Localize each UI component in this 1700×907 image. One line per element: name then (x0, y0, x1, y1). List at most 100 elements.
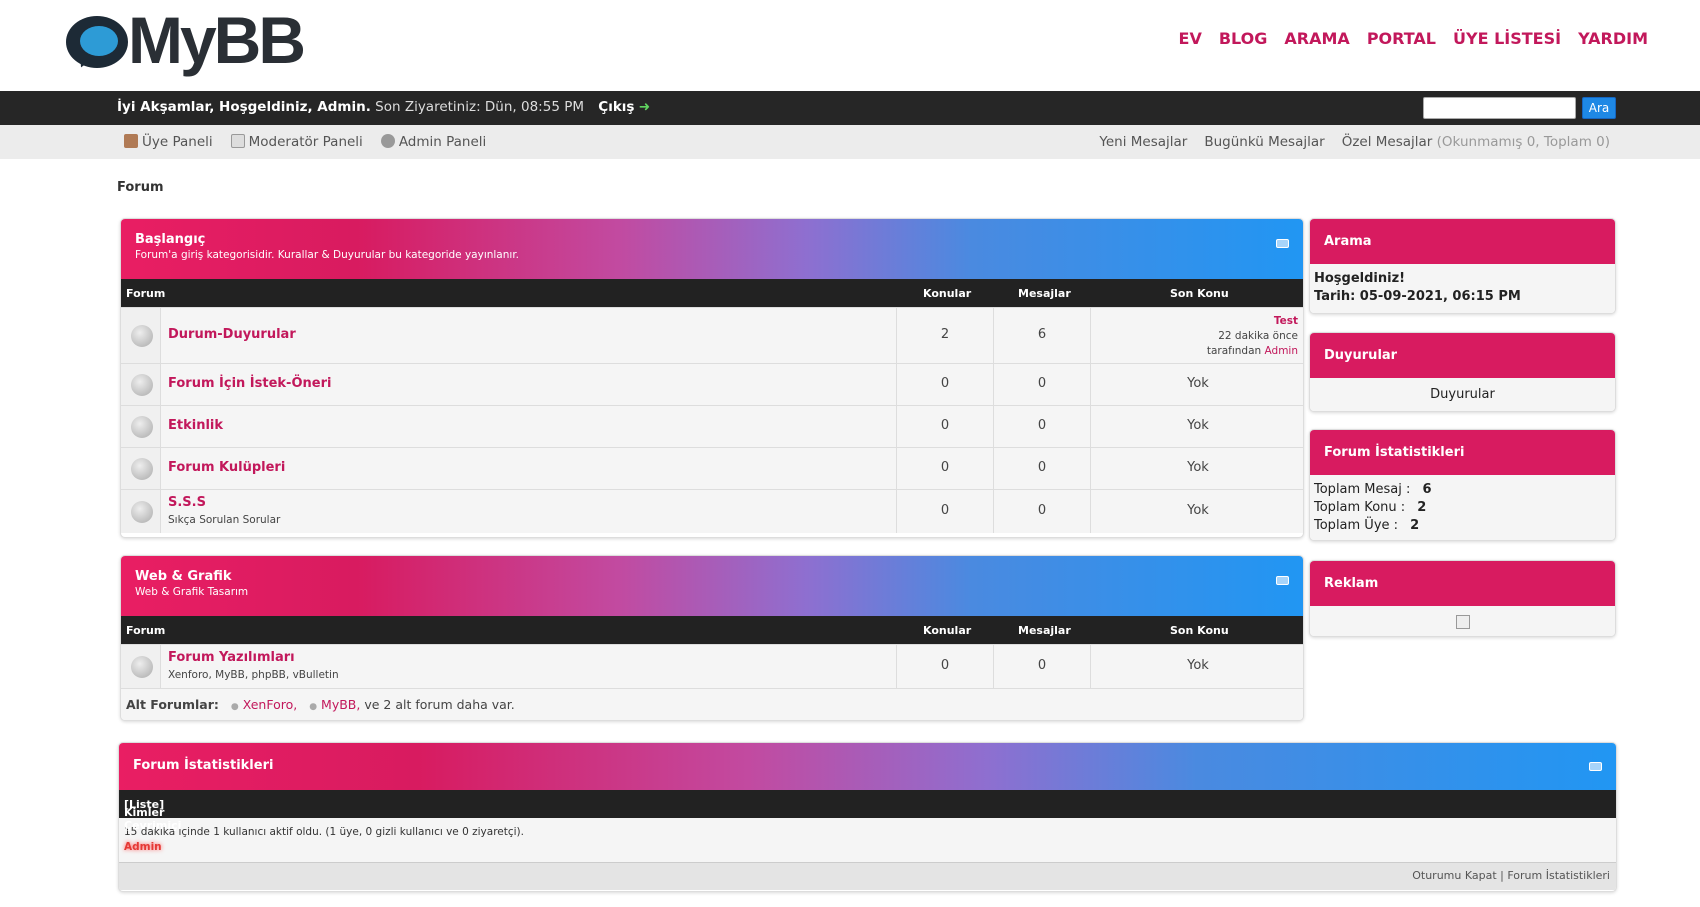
stat-value: 2 (1410, 518, 1420, 533)
forum-link[interactable]: Forum Kulüpleri (168, 460, 285, 475)
forum-row: Forum Kulüpleri 0 0 Yok (121, 447, 1303, 489)
col-topics: Konular (923, 287, 972, 300)
category-baslangic: Başlangıç Forum'a giriş kategorisidir. K… (120, 218, 1304, 538)
posts-count: 0 (1037, 658, 1047, 673)
user-cp-link[interactable]: Üye Paneli (124, 134, 213, 150)
mod-cp-link[interactable]: Moderatör Paneli (230, 134, 363, 150)
col-posts: Mesajlar (1018, 624, 1071, 637)
topics-count: 0 (940, 460, 950, 475)
topics-count: 0 (940, 503, 950, 518)
logo-text: MyBB (128, 3, 306, 77)
category-title[interactable]: Başlangıç (135, 232, 1289, 247)
nav-search[interactable]: ARAMA (1284, 29, 1349, 48)
private-messages: Özel Mesajlar (Okunmamış 0, Toplam 0) (1342, 134, 1610, 150)
welcome-bar: İyi Akşamlar, Hoşgeldiniz, Admin. Son Zi… (0, 91, 1700, 125)
last-visit: Son Ziyaretiniz: Dün, 08:55 PM (375, 99, 584, 115)
forum-row: Forum Yazılımları Xenforo, MyBB, phpBB, … (121, 644, 1303, 688)
nav-portal[interactable]: PORTAL (1367, 29, 1436, 48)
new-posts-link[interactable]: Yeni Mesajlar (1099, 134, 1187, 150)
panel-links: Üye Paneli Moderatör Paneli Admin Paneli (124, 134, 486, 150)
forum-link[interactable]: Forum Yazılımları (168, 650, 295, 665)
whos-online-header: Kimler Çevrimiçi [Liste] (119, 790, 1616, 832)
sidebar-search-body: Hoşgeldiniz! Tarih: 05-09-2021, 06:15 PM (1310, 264, 1615, 313)
forum-row: Durum-Duyurular 2 6 Test 22 dakika önce … (121, 307, 1303, 363)
logout-arrow-icon: ➜ (638, 99, 651, 115)
logo-bubble-inner-icon (80, 26, 118, 56)
collapse-icon[interactable] (1276, 239, 1289, 248)
topics-count: 0 (940, 658, 950, 673)
todays-posts-link[interactable]: Bugünkü Mesajlar (1204, 134, 1324, 150)
subforum-bullet-icon: ● (230, 702, 239, 712)
subforum-link[interactable]: MyBB, (321, 697, 360, 712)
last-post-title[interactable]: Test (1274, 315, 1298, 327)
board-stats-title: Forum İstatistikleri (133, 758, 274, 773)
online-text: 15 dakika içinde 1 kullanıcı aktif oldu.… (124, 826, 524, 838)
stats-body: Toplam Mesaj : 6 Toplam Konu : 2 Toplam … (1310, 475, 1615, 540)
announcements-body: Duyurular (1310, 378, 1615, 411)
divider (1090, 308, 1091, 363)
topics-count: 0 (940, 376, 950, 391)
forum-status-cell (121, 645, 161, 688)
nav-home[interactable]: EV (1179, 29, 1202, 48)
forum-row: Forum İçin İstek-Öneri 0 0 Yok (121, 363, 1303, 405)
online-user-link[interactable]: Admin (124, 841, 162, 853)
stat-value: 6 (1422, 482, 1432, 497)
last-post: Test 22 dakika önce tarafından Admin (1207, 314, 1298, 359)
posts-count: 0 (1037, 460, 1047, 475)
stat-row: Toplam Üye : 2 (1314, 517, 1611, 535)
col-forum: Forum (126, 624, 166, 637)
nav-memberlist[interactable]: ÜYE LİSTESİ (1453, 29, 1561, 48)
forum-status-cell (121, 406, 161, 447)
collapse-icon[interactable] (1276, 576, 1289, 585)
sidebar-title: Forum İstatistikleri (1310, 430, 1615, 475)
mybb-logo[interactable]: MyBB (66, 3, 306, 80)
board-stats-footer[interactable]: Oturumu Kapat | Forum İstatistikleri (119, 862, 1616, 890)
top-nav: EV BLOG ARAMA PORTAL ÜYE LİSTESİ YARDIM (1179, 29, 1648, 48)
mod-cp-label: Moderatör Paneli (248, 134, 363, 150)
category-description: Web & Grafik Tasarım (135, 586, 249, 598)
category-title[interactable]: Web & Grafik (135, 569, 1289, 584)
subforums-label: Alt Forumlar: (126, 697, 219, 712)
last-post-user[interactable]: Admin (1265, 345, 1298, 357)
private-messages-link[interactable]: Özel Mesajlar (1342, 134, 1433, 150)
logout-link[interactable]: Çıkış (598, 99, 634, 115)
sidebar-title: Duyurular (1310, 333, 1615, 378)
search-input[interactable] (1423, 97, 1576, 119)
collapse-icon[interactable] (1589, 762, 1602, 771)
last-post: Yok (1187, 658, 1209, 673)
admin-cp-label: Admin Paneli (398, 134, 487, 150)
forum-status-cell (121, 308, 161, 363)
topics-count: 2 (940, 327, 950, 342)
forum-row: S.S.S Sıkça Sorulan Sorular 0 0 Yok (121, 489, 1303, 533)
nav-help[interactable]: YARDIM (1578, 29, 1648, 48)
category-header: Web & Grafik Web & Grafik Tasarım (121, 556, 1303, 616)
forum-link[interactable]: Forum İçin İstek-Öneri (168, 376, 331, 391)
sidebar-announcements: Duyurular Duyurular (1309, 332, 1616, 412)
last-post: Yok (1187, 503, 1209, 518)
ads-body (1310, 606, 1615, 636)
forum-status-cell (121, 364, 161, 405)
table-header: Forum Konular Mesajlar Son Konu (121, 279, 1303, 307)
user-panel-bar: Üye Paneli Moderatör Paneli Admin Paneli… (0, 125, 1700, 159)
pm-count: (Okunmamış 0, Toplam 0) (1436, 134, 1610, 150)
forum-link[interactable]: Etkinlik (168, 418, 223, 433)
search-button[interactable]: Ara (1582, 97, 1616, 119)
col-forum: Forum (126, 287, 166, 300)
sidebar-title: Reklam (1310, 561, 1615, 606)
date-text: Tarih: 05-09-2021, 06:15 PM (1314, 289, 1521, 304)
sidebar-stats: Forum İstatistikleri Toplam Mesaj : 6 To… (1309, 429, 1616, 541)
sidebar-title: Arama (1310, 219, 1615, 264)
nav-blog[interactable]: BLOG (1219, 29, 1268, 48)
forum-link[interactable]: S.S.S (168, 495, 206, 510)
admin-cp-link[interactable]: Admin Paneli (380, 134, 487, 150)
stat-label: Toplam Üye : (1314, 518, 1399, 533)
col-posts: Mesajlar (1018, 287, 1071, 300)
last-post: Yok (1187, 460, 1209, 475)
category-header: Başlangıç Forum'a giriş kategorisidir. K… (121, 219, 1303, 279)
breadcrumb[interactable]: Forum (117, 180, 164, 195)
subforum-link[interactable]: XenForo, (243, 697, 298, 712)
posts-count: 6 (1037, 327, 1047, 342)
forum-status-cell (121, 448, 161, 489)
posts-count: 0 (1037, 418, 1047, 433)
forum-link[interactable]: Durum-Duyurular (168, 327, 296, 342)
